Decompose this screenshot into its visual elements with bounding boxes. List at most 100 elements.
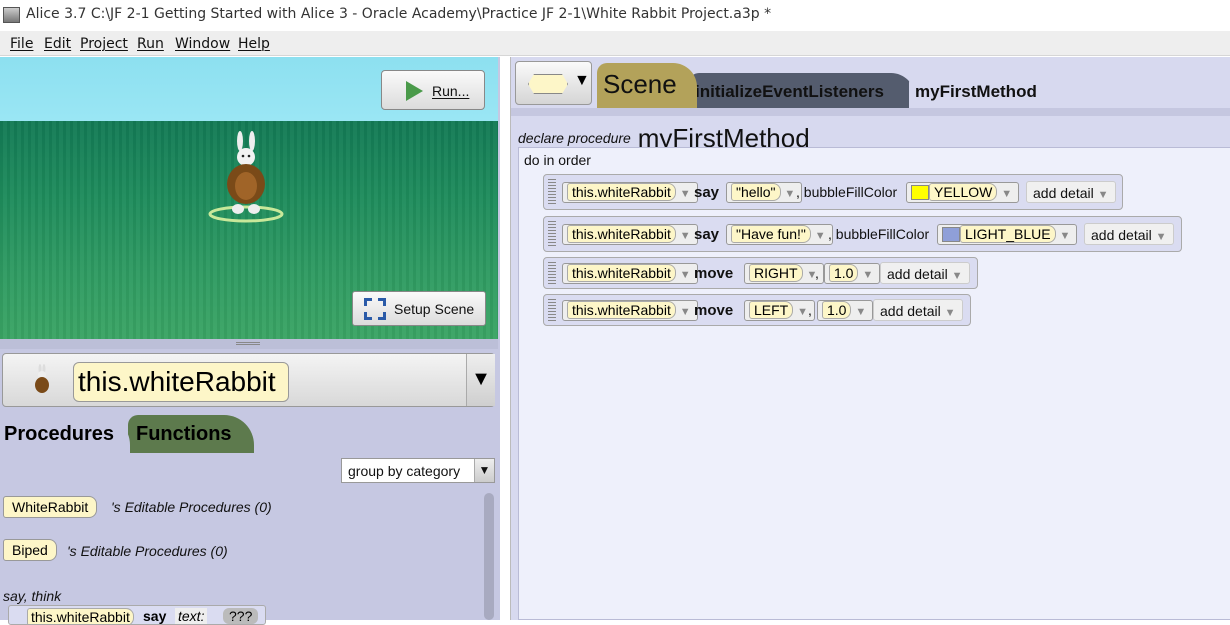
- light-blue-swatch: [942, 227, 960, 242]
- drag-handle[interactable]: [548, 221, 556, 247]
- method-body: do in order this.whiteRabbit ▼ say "hell…: [518, 147, 1230, 620]
- type-tile-biped[interactable]: Biped: [3, 539, 57, 561]
- group-by-value: group by category: [348, 463, 461, 479]
- snippet-target: this.whiteRabbit: [27, 608, 134, 624]
- amount-arg-tile[interactable]: 1.0 ▼: [817, 300, 874, 321]
- code-editor: ▼ initializeEventListeners Scene myFirst…: [510, 57, 1230, 620]
- editable-procedures-label: 's Editable Procedures (0): [67, 543, 228, 559]
- add-detail-label: add detail: [1033, 185, 1094, 201]
- verb-label: move: [694, 265, 734, 282]
- tab-functions[interactable]: Functions: [128, 415, 254, 453]
- arg-value: "Have fun!": [731, 225, 811, 243]
- type-hexagon-icon: [528, 74, 568, 94]
- play-icon: [406, 81, 423, 101]
- string-arg-tile[interactable]: "hello" ▼: [726, 182, 803, 203]
- snippet-param: text:: [175, 608, 208, 624]
- rabbit-thumbnail-icon: [35, 364, 49, 393]
- target-tile[interactable]: this.whiteRabbit ▼: [562, 300, 698, 321]
- statement-say-have-fun[interactable]: this.whiteRabbit ▼ say "Have fun!" ▼ , b…: [543, 216, 1182, 252]
- type-selector-button[interactable]: ▼: [515, 61, 592, 105]
- drag-handle[interactable]: [548, 262, 556, 284]
- target-tile[interactable]: this.whiteRabbit ▼: [562, 263, 698, 284]
- separator: ,: [815, 265, 819, 281]
- add-detail-button[interactable]: add detail ▼: [873, 299, 963, 321]
- yellow-swatch: [911, 185, 929, 200]
- split-pane-divider[interactable]: [0, 339, 498, 349]
- alice-app-icon: [3, 7, 20, 23]
- direction-arg-tile[interactable]: RIGHT ▼: [744, 263, 825, 284]
- setup-scene-button[interactable]: Setup Scene: [352, 291, 486, 326]
- declare-label: declare procedure: [518, 130, 631, 146]
- divider-grip: [236, 342, 260, 345]
- left-pane: Run... Setup Scene this.whiteRabbit ▼ Fu…: [0, 57, 500, 625]
- amount-arg-tile[interactable]: 1.0 ▼: [824, 263, 881, 284]
- param-label: , bubbleFillColor: [828, 226, 930, 242]
- target-tile[interactable]: this.whiteRabbit ▼: [562, 182, 698, 203]
- procedures-scrollbar[interactable]: [484, 493, 494, 620]
- tab-initializeEventListeners[interactable]: initializeEventListeners: [689, 73, 915, 109]
- string-arg-tile[interactable]: "Have fun!" ▼: [726, 224, 833, 245]
- category-say-think: say, think: [3, 588, 62, 604]
- run-button-label: Run...: [432, 83, 470, 99]
- add-detail-button[interactable]: add detail ▼: [880, 262, 970, 284]
- target-value: this.whiteRabbit: [567, 183, 676, 201]
- drag-handle[interactable]: [548, 299, 556, 321]
- add-detail-button[interactable]: add detail ▼: [1026, 181, 1116, 203]
- title-bar: Alice 3.7 C:\JF 2-1 Getting Started with…: [0, 0, 1230, 31]
- add-detail-button[interactable]: add detail ▼: [1084, 223, 1174, 245]
- amount-value: 1.0: [829, 264, 859, 282]
- snippet-value: ???: [223, 608, 259, 624]
- menu-file[interactable]: File: [10, 36, 33, 52]
- scene-view[interactable]: Run... Setup Scene: [0, 57, 498, 339]
- color-value: LIGHT_BLUE: [960, 225, 1056, 243]
- run-button[interactable]: Run...: [381, 70, 485, 110]
- procedures-panel: group by category ▼ WhiteRabbit 's Edita…: [0, 453, 498, 625]
- tab-procedures[interactable]: Procedures: [0, 415, 130, 455]
- tab-strip-border: [511, 108, 1230, 116]
- instance-selector[interactable]: this.whiteRabbit ▼: [2, 353, 495, 407]
- direction-arg-tile[interactable]: LEFT ▼: [744, 300, 816, 321]
- editable-procedures-label: 's Editable Procedures (0): [111, 499, 272, 515]
- amount-value: 1.0: [822, 301, 852, 319]
- menu-edit[interactable]: Edit: [44, 36, 71, 52]
- arg-value: RIGHT: [749, 264, 803, 282]
- separator: ,: [808, 302, 812, 318]
- tab-scene[interactable]: Scene: [597, 63, 697, 109]
- statement-move-left[interactable]: this.whiteRabbit ▼ move LEFT ▼ , 1.0 ▼ a…: [543, 294, 971, 326]
- color-value: YELLOW: [929, 183, 998, 201]
- chevron-down-icon[interactable]: ▼: [466, 354, 495, 406]
- target-value: this.whiteRabbit: [567, 301, 676, 319]
- menu-project[interactable]: Project: [80, 36, 128, 52]
- window-title: Alice 3.7 C:\JF 2-1 Getting Started with…: [26, 6, 772, 22]
- setup-scene-label: Setup Scene: [394, 301, 475, 317]
- statement-say-hello[interactable]: this.whiteRabbit ▼ say "hello" ▼ , bubbl…: [543, 174, 1123, 210]
- target-value: this.whiteRabbit: [567, 225, 676, 243]
- say-procedure-tile[interactable]: this.whiteRabbit say text: ???: [8, 605, 266, 625]
- target-value: this.whiteRabbit: [567, 264, 676, 282]
- member-tabs: Functions Procedures: [0, 415, 498, 455]
- method-declaration: declare procedure myFirstMethod: [518, 119, 810, 153]
- do-in-order-label: do in order: [524, 152, 591, 168]
- white-rabbit-model[interactable]: [206, 129, 286, 229]
- menu-window[interactable]: Window: [175, 36, 230, 52]
- menu-bar: File Edit Project Run Window Help: [0, 31, 1230, 56]
- verb-label: move: [694, 302, 734, 319]
- drag-handle[interactable]: [548, 179, 556, 205]
- group-by-select[interactable]: group by category ▼: [341, 458, 495, 483]
- type-tile-whiterabbit[interactable]: WhiteRabbit: [3, 496, 98, 518]
- arg-value: "hello": [731, 183, 781, 201]
- color-arg-tile[interactable]: YELLOW ▼: [906, 182, 1020, 203]
- snippet-verb: say: [143, 608, 167, 624]
- menu-help[interactable]: Help: [238, 36, 270, 52]
- statement-move-right[interactable]: this.whiteRabbit ▼ move RIGHT ▼ , 1.0 ▼ …: [543, 257, 978, 289]
- arg-value: LEFT: [749, 301, 794, 319]
- add-detail-label: add detail: [880, 303, 941, 319]
- add-detail-label: add detail: [887, 266, 948, 282]
- target-tile[interactable]: this.whiteRabbit ▼: [562, 224, 698, 245]
- verb-label: say: [694, 184, 720, 201]
- menu-run[interactable]: Run: [137, 36, 164, 52]
- tab-myFirstMethod[interactable]: myFirstMethod: [909, 73, 1083, 109]
- color-arg-tile[interactable]: LIGHT_BLUE ▼: [937, 224, 1078, 245]
- chevron-down-icon: ▼: [474, 459, 494, 482]
- selected-instance-tile: this.whiteRabbit: [73, 362, 289, 402]
